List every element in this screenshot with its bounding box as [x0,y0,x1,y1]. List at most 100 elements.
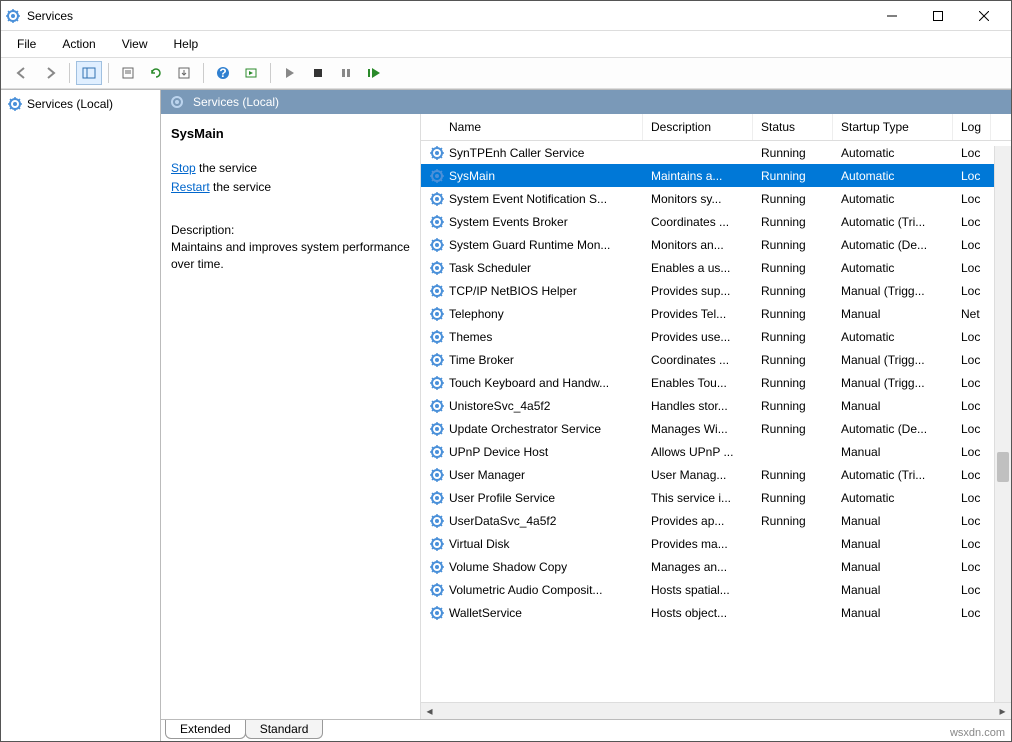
service-row[interactable]: Volumetric Audio Composit...Hosts spatia… [421,578,1011,601]
service-startup: Manual [833,514,953,528]
stop-link[interactable]: Stop [171,161,196,175]
gear-icon [429,168,445,184]
service-status: Running [753,284,833,298]
col-name[interactable]: Name [421,114,643,140]
service-status: Running [753,169,833,183]
service-startup: Automatic (Tri... [833,468,953,482]
service-row[interactable]: Task SchedulerEnables a us...RunningAuto… [421,256,1011,279]
col-logon[interactable]: Log [953,114,991,140]
service-row[interactable]: System Guard Runtime Mon...Monitors an..… [421,233,1011,256]
service-row[interactable]: Virtual DiskProvides ma...ManualLoc [421,532,1011,555]
gear-icon [169,94,185,110]
col-startup[interactable]: Startup Type [833,114,953,140]
col-status[interactable]: Status [753,114,833,140]
description-label: Description: [171,223,410,237]
nav-tree[interactable]: Services (Local) [1,90,161,741]
service-row[interactable]: SysMainMaintains a...RunningAutomaticLoc [421,164,1011,187]
service-startup: Manual (Trigg... [833,353,953,367]
gear-icon [429,329,445,345]
service-row[interactable]: User ManagerUser Manag...RunningAutomati… [421,463,1011,486]
stop-service-button[interactable] [305,61,331,85]
scroll-thumb[interactable] [997,452,1009,482]
close-button[interactable] [961,1,1007,31]
service-logon: Loc [953,146,991,160]
restart-service-button[interactable] [361,61,387,85]
service-row[interactable]: User Profile ServiceThis service i...Run… [421,486,1011,509]
service-startup: Automatic [833,491,953,505]
service-desc: Enables a us... [643,261,753,275]
maximize-button[interactable] [915,1,961,31]
service-row[interactable]: UserDataSvc_4a5f2Provides ap...RunningMa… [421,509,1011,532]
nav-item-services-local[interactable]: Services (Local) [5,94,156,114]
service-startup: Automatic [833,169,953,183]
back-button[interactable] [9,61,35,85]
service-logon: Loc [953,491,991,505]
service-startup: Manual [833,445,953,459]
titlebar[interactable]: Services [1,1,1011,31]
service-desc: Coordinates ... [643,353,753,367]
start-service-button[interactable] [277,61,303,85]
service-row[interactable]: Time BrokerCoordinates ...RunningManual … [421,348,1011,371]
service-startup: Automatic [833,192,953,206]
menu-action[interactable]: Action [58,35,99,53]
tab-standard[interactable]: Standard [245,720,324,739]
service-row[interactable]: TCP/IP NetBIOS HelperProvides sup...Runn… [421,279,1011,302]
export-button[interactable] [171,61,197,85]
service-startup: Manual [833,606,953,620]
help-button[interactable]: ? [210,61,236,85]
service-startup: Automatic (De... [833,238,953,252]
col-description[interactable]: Description [643,114,753,140]
service-logon: Loc [953,445,991,459]
service-startup: Manual [833,537,953,551]
properties-button[interactable] [115,61,141,85]
service-status: Running [753,261,833,275]
service-row[interactable]: System Event Notification S...Monitors s… [421,187,1011,210]
service-row[interactable]: Touch Keyboard and Handw...Enables Tou..… [421,371,1011,394]
service-name: Volumetric Audio Composit... [449,583,602,597]
service-row[interactable]: TelephonyProvides Tel...RunningManualNet [421,302,1011,325]
horizontal-scrollbar[interactable]: ◂ ▸ [421,702,1011,719]
gear-icon [429,237,445,253]
menu-help[interactable]: Help [170,35,203,53]
tab-extended[interactable]: Extended [165,720,246,739]
service-logon: Loc [953,353,991,367]
services-list: Name Description Status Startup Type Log… [421,114,1011,719]
toolbar: ? [1,57,1011,89]
service-status: Running [753,422,833,436]
gear-icon [429,582,445,598]
vertical-scrollbar[interactable] [994,146,1011,702]
scroll-right-icon[interactable]: ▸ [994,703,1011,720]
service-desc: Maintains a... [643,169,753,183]
service-name: Telephony [449,307,504,321]
service-row[interactable]: UnistoreSvc_4a5f2Handles stor...RunningM… [421,394,1011,417]
restart-link[interactable]: Restart [171,180,210,194]
menu-file[interactable]: File [13,35,40,53]
action-button[interactable] [238,61,264,85]
service-row[interactable]: UPnP Device HostAllows UPnP ...ManualLoc [421,440,1011,463]
service-logon: Loc [953,422,991,436]
service-name: Update Orchestrator Service [449,422,601,436]
scroll-left-icon[interactable]: ◂ [421,703,438,720]
service-startup: Manual [833,307,953,321]
services-window: Services File Action View Help ? [0,0,1012,742]
service-row[interactable]: Update Orchestrator ServiceManages Wi...… [421,417,1011,440]
service-row[interactable]: WalletServiceHosts object...ManualLoc [421,601,1011,624]
service-row[interactable]: ThemesProvides use...RunningAutomaticLoc [421,325,1011,348]
service-logon: Loc [953,376,991,390]
service-status: Running [753,399,833,413]
service-row[interactable]: SynTPEnh Caller ServiceRunningAutomaticL… [421,141,1011,164]
show-hide-tree-button[interactable] [76,61,102,85]
menu-view[interactable]: View [118,35,152,53]
service-logon: Loc [953,169,991,183]
service-desc: Monitors sy... [643,192,753,206]
service-name: Volume Shadow Copy [449,560,567,574]
service-status: Running [753,468,833,482]
minimize-button[interactable] [869,1,915,31]
service-row[interactable]: Volume Shadow CopyManages an...ManualLoc [421,555,1011,578]
pause-service-button[interactable] [333,61,359,85]
forward-button[interactable] [37,61,63,85]
gear-icon [429,398,445,414]
service-row[interactable]: System Events BrokerCoordinates ...Runni… [421,210,1011,233]
window-title: Services [21,9,869,23]
refresh-button[interactable] [143,61,169,85]
